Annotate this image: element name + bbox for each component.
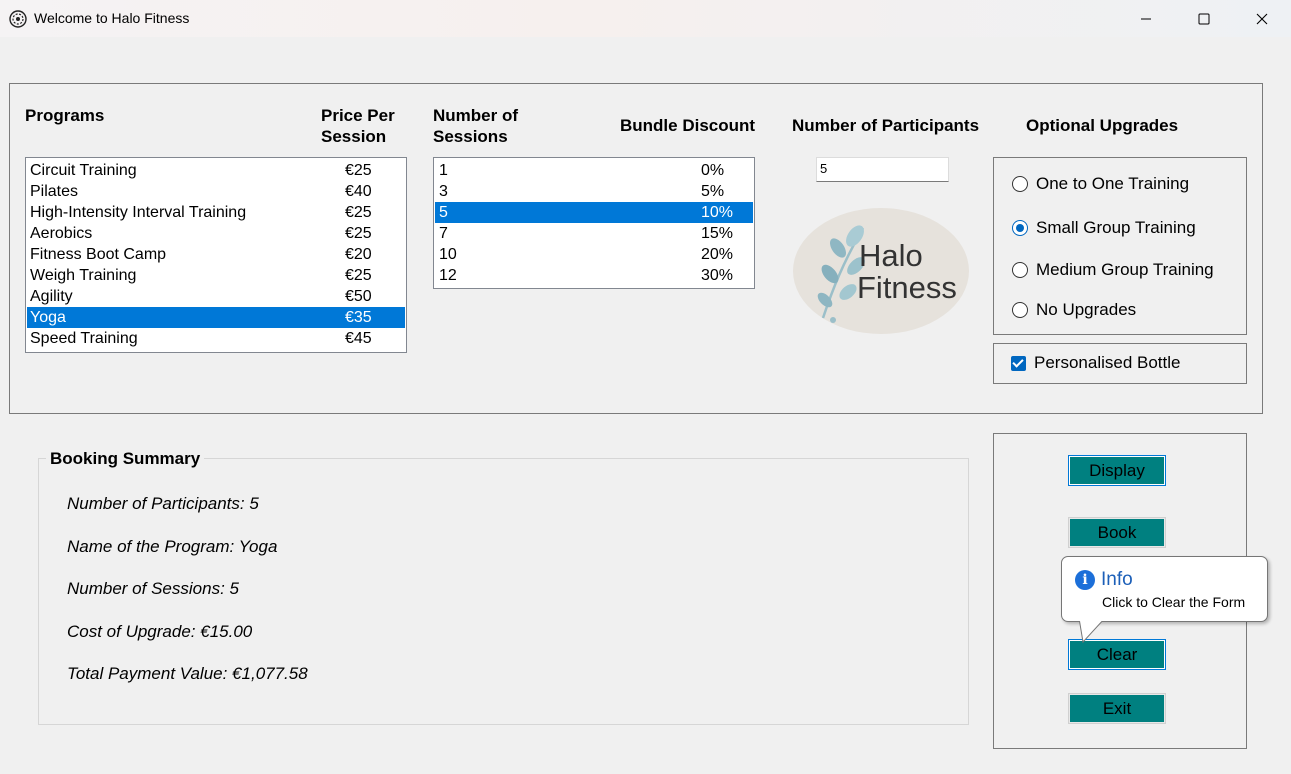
radio-button[interactable] (1012, 302, 1028, 318)
session-row[interactable]: 1 0% (435, 160, 753, 181)
radio-button-checked[interactable] (1012, 220, 1028, 236)
program-row[interactable]: Speed Training €45 (27, 328, 405, 349)
program-name: Yoga (30, 309, 66, 326)
session-discount: 0% (701, 162, 725, 179)
session-discount: 15% (701, 225, 734, 242)
info-tooltip (1061, 556, 1268, 622)
upgrade-one-to-one[interactable]: One to One Training (1012, 173, 1189, 195)
window-title: Welcome to Halo Fitness (34, 10, 190, 26)
session-row[interactable]: 7 15% (435, 223, 753, 244)
program-name: High-Intensity Interval Training (30, 204, 247, 221)
participants-input[interactable]: 5 (816, 157, 949, 182)
upgrade-label: No Upgrades (1036, 300, 1137, 319)
session-count: 5 (439, 204, 448, 221)
participants-header: Number of Participants (792, 116, 980, 135)
logo-text-line1: Halo (859, 238, 923, 273)
title-bar: Welcome to Halo Fitness (0, 0, 1291, 37)
session-row-selected[interactable]: 5 10% (435, 202, 753, 223)
session-row[interactable]: 12 30% (435, 265, 753, 286)
program-price: €25 (345, 267, 372, 284)
close-button[interactable] (1233, 0, 1291, 37)
upgrade-small-group[interactable]: Small Group Training (1012, 217, 1196, 239)
program-name: Speed Training (30, 330, 138, 347)
program-price: €20 (345, 246, 372, 263)
summary-sessions: Number of Sessions: 5 (67, 579, 239, 598)
session-count: 1 (439, 162, 448, 179)
info-icon: i (1075, 570, 1095, 590)
session-row[interactable]: 3 5% (435, 181, 753, 202)
session-count: 12 (439, 267, 457, 284)
upgrade-medium-group[interactable]: Medium Group Training (1012, 259, 1214, 281)
upgrade-label: Medium Group Training (1036, 260, 1214, 279)
session-discount: 30% (701, 267, 734, 284)
upgrades-header: Optional Upgrades (1026, 116, 1179, 135)
halo-logo-icon (9, 10, 27, 28)
program-name: Agility (30, 288, 73, 305)
programs-listbox[interactable]: Circuit Training €25 Pilates €40 High-Inte… (25, 157, 407, 353)
program-row[interactable]: High-Intensity Interval Training €25 (27, 202, 405, 223)
session-count: 7 (439, 225, 448, 242)
session-row[interactable]: 10 20% (435, 244, 753, 265)
minimize-button[interactable] (1117, 0, 1175, 37)
session-discount: 5% (701, 183, 725, 200)
program-row[interactable]: Fitness Boot Camp €20 (27, 244, 405, 265)
program-row[interactable]: Weigh Training €25 (27, 265, 405, 286)
program-row[interactable]: Aerobics €25 (27, 223, 405, 244)
checkbox-checked[interactable] (1011, 355, 1026, 371)
program-name: Weigh Training (30, 267, 137, 284)
sessions-header-line2: Sessions (433, 127, 508, 146)
book-button[interactable]: Book (1068, 517, 1166, 548)
price-header-line1: Price Per (321, 106, 395, 125)
session-count: 3 (439, 183, 448, 200)
program-price: €50 (345, 288, 372, 305)
program-row[interactable]: Pilates €40 (27, 181, 405, 202)
program-price: €40 (345, 183, 372, 200)
minimize-icon (1141, 18, 1151, 19)
upgrade-label: Small Group Training (1036, 218, 1196, 237)
program-price: €25 (345, 162, 372, 179)
program-row[interactable]: Agility €50 (27, 286, 405, 307)
bundle-discount-header: Bundle Discount (620, 116, 756, 135)
session-count: 10 (439, 246, 457, 263)
program-price: €35 (345, 309, 372, 326)
price-header-line2: Session (321, 127, 387, 146)
program-name: Aerobics (30, 225, 93, 242)
tooltip-tail (1078, 618, 1106, 644)
program-price: €45 (345, 330, 372, 347)
program-price: €25 (345, 225, 372, 242)
booking-summary-legend: Booking Summary (46, 449, 205, 469)
exit-button[interactable]: Exit (1068, 693, 1166, 724)
logo-text-line2: Fitness (857, 270, 957, 305)
program-name: Circuit Training (30, 162, 137, 179)
maximize-icon (1198, 13, 1210, 24)
upgrade-none[interactable]: No Upgrades (1012, 299, 1136, 321)
maximize-button[interactable] (1175, 0, 1233, 37)
sessions-header-line1: Number of (433, 106, 518, 125)
radio-button[interactable] (1012, 176, 1028, 192)
session-discount: 20% (701, 246, 734, 263)
summary-upgrade-cost: Cost of Upgrade: €15.00 (67, 622, 253, 641)
summary-program: Name of the Program: Yoga (67, 537, 278, 556)
close-icon (1256, 13, 1268, 24)
program-price: €25 (345, 204, 372, 221)
programs-header: Programs (25, 106, 105, 125)
program-name: Fitness Boot Camp (30, 246, 167, 263)
tooltip-text: Click to Clear the Form (1102, 594, 1246, 610)
tooltip-title: Info (1101, 569, 1133, 590)
summary-participants: Number of Participants: 5 (67, 494, 259, 513)
sessions-listbox[interactable]: 1 0% 3 5% 5 10% 7 15% 10 20% 12 30% (433, 157, 755, 289)
display-button[interactable]: Display (1068, 455, 1166, 486)
session-discount: 10% (701, 204, 734, 221)
program-name: Pilates (30, 183, 79, 200)
program-row-selected[interactable]: Yoga €35 (27, 307, 405, 328)
program-row[interactable]: Circuit Training €25 (27, 160, 405, 181)
radio-button[interactable] (1012, 262, 1028, 278)
upgrade-label: One to One Training (1036, 174, 1190, 193)
checkbox-label: Personalised Bottle (1034, 353, 1181, 372)
personalised-bottle-checkbox[interactable]: Personalised Bottle (1011, 352, 1180, 374)
summary-total: Total Payment Value: €1,077.58 (67, 664, 308, 683)
halo-fitness-logo: Halo Fitness (793, 208, 970, 335)
